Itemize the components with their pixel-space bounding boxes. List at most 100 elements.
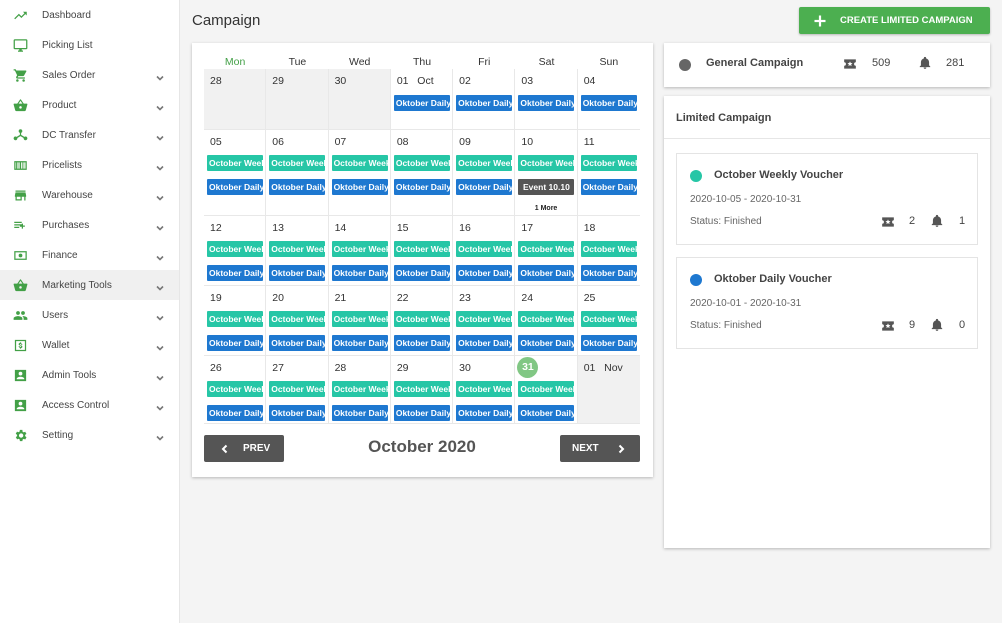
weekly-event-chip[interactable]: October Weekly Voucher (580, 155, 637, 171)
daily-event-chip[interactable]: Oktober Daily Voucher (456, 179, 513, 195)
more-events-link[interactable]: 1 More (515, 205, 576, 212)
weekly-event-chip[interactable]: October Weekly Voucher (207, 241, 263, 257)
calendar-day[interactable]: 04 Oktober Daily Voucher (578, 69, 640, 129)
sidebar-item-picking-list[interactable]: Picking List (0, 30, 179, 60)
calendar-day[interactable]: 03 Oktober Daily Voucher (515, 69, 578, 129)
calendar-day[interactable]: 13 October Weekly Voucher Oktober Daily Vo… (266, 216, 329, 285)
calendar-day[interactable]: 23 October Weekly Voucher Oktober Daily Vo… (453, 286, 516, 355)
weekly-event-chip[interactable]: October Weekly Voucher (393, 381, 450, 397)
weekly-event-chip[interactable]: October Weekly Voucher (518, 381, 575, 397)
sidebar-item-finance[interactable]: Finance (0, 240, 179, 270)
weekly-event-chip[interactable]: October Weekly Voucher (456, 241, 513, 257)
sidebar-item-wallet[interactable]: Wallet (0, 330, 179, 360)
weekly-event-chip[interactable]: October Weekly Voucher (269, 381, 326, 397)
special-event-chip[interactable]: Event 10.10 (518, 179, 575, 195)
daily-event-chip[interactable]: Oktober Daily Voucher (580, 95, 637, 111)
daily-event-chip[interactable]: Oktober Daily Voucher (269, 335, 326, 351)
daily-event-chip[interactable]: Oktober Daily Voucher (331, 335, 388, 351)
calendar-day[interactable]: 20 October Weekly Voucher Oktober Daily Vo… (266, 286, 329, 355)
weekly-event-chip[interactable]: October Weekly Voucher (393, 241, 450, 257)
weekly-event-chip[interactable]: October Weekly Voucher (518, 155, 575, 171)
sidebar-item-admin-tools[interactable]: Admin Tools (0, 360, 179, 390)
calendar-day[interactable]: 22 October Weekly Voucher Oktober Daily Vo… (391, 286, 454, 355)
weekly-event-chip[interactable]: October Weekly Voucher (518, 241, 575, 257)
calendar-day[interactable]: 27 October Weekly Voucher Oktober Daily Vo… (266, 356, 329, 423)
daily-event-chip[interactable]: Oktober Daily Voucher (456, 405, 513, 421)
weekly-event-chip[interactable]: October Weekly Voucher (331, 241, 388, 257)
general-campaign-card[interactable]: General Campaign 509 281 (664, 43, 990, 87)
sidebar-item-pricelists[interactable]: Pricelists (0, 150, 179, 180)
daily-event-chip[interactable]: Oktober Daily Voucher (331, 405, 388, 421)
weekly-event-chip[interactable]: October Weekly Voucher (331, 155, 388, 171)
weekly-event-chip[interactable]: October Weekly Voucher (331, 311, 388, 327)
sidebar-item-warehouse[interactable]: Warehouse (0, 180, 179, 210)
calendar-day[interactable]: 24 October Weekly Voucher Oktober Daily Vo… (515, 286, 578, 355)
daily-event-chip[interactable]: Oktober Daily Voucher (269, 405, 326, 421)
weekly-event-chip[interactable]: October Weekly Voucher (393, 311, 450, 327)
daily-event-chip[interactable]: Oktober Daily Voucher (207, 265, 263, 281)
daily-event-chip[interactable]: Oktober Daily Voucher (393, 265, 450, 281)
weekly-event-chip[interactable]: October Weekly Voucher (269, 155, 326, 171)
calendar-day[interactable]: 30 (328, 69, 391, 129)
calendar-day[interactable]: 25 October Weekly Voucher Oktober Daily Vo… (578, 286, 640, 355)
calendar-day[interactable]: 11 October Weekly Voucher Oktober Daily Vo… (578, 130, 640, 215)
daily-event-chip[interactable]: Oktober Daily Voucher (331, 179, 388, 195)
daily-event-chip[interactable]: Oktober Daily Voucher (518, 335, 575, 351)
limited-campaign-item[interactable]: October Weekly Voucher 2020-10-05 - 2020-… (676, 153, 978, 245)
calendar-day[interactable]: 30 October Weekly Voucher Oktober Daily Vo… (453, 356, 516, 423)
weekly-event-chip[interactable]: October Weekly Voucher (269, 241, 326, 257)
calendar-day[interactable]: 06 October Weekly Voucher Oktober Daily Vo… (266, 130, 329, 215)
calendar-day[interactable]: 09 October Weekly Voucher Oktober Daily Vo… (453, 130, 516, 215)
create-limited-campaign-button[interactable]: CREATE LIMITED CAMPAIGN (799, 7, 990, 34)
weekly-event-chip[interactable]: October Weekly Voucher (331, 381, 388, 397)
prev-month-button[interactable]: PREV (204, 435, 284, 462)
calendar-day[interactable]: 29 (266, 69, 329, 129)
daily-event-chip[interactable]: Oktober Daily Voucher (580, 335, 637, 351)
calendar-day[interactable]: 15 October Weekly Voucher Oktober Daily Vo… (391, 216, 454, 285)
calendar-day[interactable]: 31 October Weekly Voucher Oktober Daily Vo… (515, 356, 578, 423)
weekly-event-chip[interactable]: October Weekly Voucher (207, 311, 263, 327)
weekly-event-chip[interactable]: October Weekly Voucher (456, 155, 513, 171)
calendar-day[interactable]: 28 (204, 69, 267, 129)
calendar-day[interactable]: 01 Nov (577, 356, 640, 423)
daily-event-chip[interactable]: Oktober Daily Voucher (518, 95, 575, 111)
daily-event-chip[interactable]: Oktober Daily Voucher (393, 95, 450, 111)
calendar-day[interactable]: 21 October Weekly Voucher Oktober Daily Vo… (329, 286, 391, 355)
calendar-day[interactable]: 16 October Weekly Voucher Oktober Daily Vo… (453, 216, 516, 285)
daily-event-chip[interactable]: Oktober Daily Voucher (580, 265, 637, 281)
weekly-event-chip[interactable]: October Weekly Voucher (456, 311, 513, 327)
calendar-day[interactable]: 08 October Weekly Voucher Oktober Daily Vo… (391, 130, 454, 215)
daily-event-chip[interactable]: Oktober Daily Voucher (580, 179, 637, 195)
calendar-day[interactable]: 14 October Weekly Voucher Oktober Daily Vo… (329, 216, 391, 285)
weekly-event-chip[interactable]: October Weekly Voucher (518, 311, 575, 327)
daily-event-chip[interactable]: Oktober Daily Voucher (456, 265, 513, 281)
calendar-day[interactable]: 05 October Weekly Voucher Oktober Daily Vo… (204, 130, 267, 215)
calendar-day[interactable]: 26 October Weekly Voucher Oktober Daily Vo… (204, 356, 267, 423)
calendar-day[interactable]: 12 October Weekly Voucher Oktober Daily Vo… (204, 216, 267, 285)
calendar-day[interactable]: 28 October Weekly Voucher Oktober Daily Vo… (329, 356, 391, 423)
calendar-day[interactable]: 17 October Weekly Voucher Oktober Daily Vo… (515, 216, 578, 285)
daily-event-chip[interactable]: Oktober Daily Voucher (207, 405, 263, 421)
weekly-event-chip[interactable]: October Weekly Voucher (456, 381, 513, 397)
daily-event-chip[interactable]: Oktober Daily Voucher (518, 405, 575, 421)
sidebar-item-access-control[interactable]: Access Control (0, 390, 179, 420)
calendar-day[interactable]: 29 October Weekly Voucher Oktober Daily Vo… (391, 356, 454, 423)
sidebar-item-dashboard[interactable]: Dashboard (0, 0, 179, 30)
sidebar-item-users[interactable]: Users (0, 300, 179, 330)
sidebar-item-product[interactable]: Product (0, 90, 179, 120)
daily-event-chip[interactable]: Oktober Daily Voucher (207, 335, 263, 351)
daily-event-chip[interactable]: Oktober Daily Voucher (269, 265, 326, 281)
daily-event-chip[interactable]: Oktober Daily Voucher (456, 335, 513, 351)
sidebar-item-sales-order[interactable]: Sales Order (0, 60, 179, 90)
daily-event-chip[interactable]: Oktober Daily Voucher (207, 179, 263, 195)
daily-event-chip[interactable]: Oktober Daily Voucher (269, 179, 326, 195)
daily-event-chip[interactable]: Oktober Daily Voucher (456, 95, 513, 111)
daily-event-chip[interactable]: Oktober Daily Voucher (331, 265, 388, 281)
calendar-day[interactable]: 19 October Weekly Voucher Oktober Daily Vo… (204, 286, 267, 355)
weekly-event-chip[interactable]: October Weekly Voucher (207, 381, 263, 397)
calendar-day[interactable]: 02 Oktober Daily Voucher (453, 69, 516, 129)
sidebar-item-marketing-tools[interactable]: Marketing Tools (0, 270, 179, 300)
sidebar-item-dc-transfer[interactable]: DC Transfer (0, 120, 179, 150)
weekly-event-chip[interactable]: October Weekly Voucher (269, 311, 326, 327)
calendar-day[interactable]: 01 Oct Oktober Daily Voucher (391, 69, 454, 129)
